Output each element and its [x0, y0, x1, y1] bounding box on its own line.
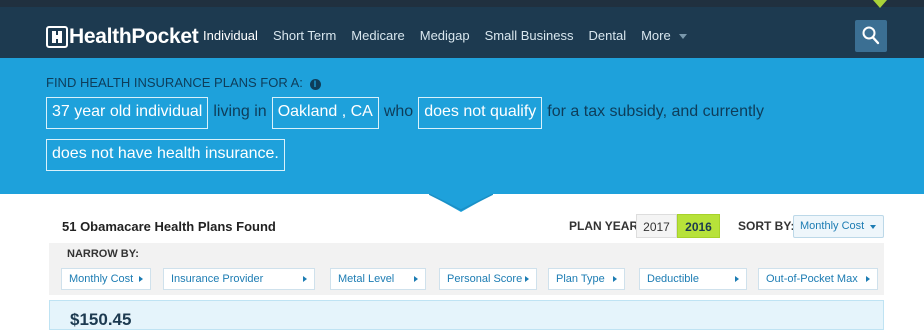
- sort-select[interactable]: Monthly Cost: [793, 215, 884, 238]
- hero-title: FIND HEALTH INSURANCE PLANS FOR A: i: [46, 75, 321, 90]
- filter-insurance-provider[interactable]: Insurance Provider: [163, 268, 315, 290]
- filter-label: Monthly Cost: [69, 273, 134, 285]
- sort-label: SORT BY:: [738, 219, 795, 233]
- subsidy-chip[interactable]: does not qualify: [418, 97, 543, 129]
- search-button[interactable]: [855, 20, 887, 52]
- filter-plan-type[interactable]: Plan Type: [548, 268, 625, 290]
- filter-deductible[interactable]: Deductible: [639, 268, 747, 290]
- insurance-status-chip[interactable]: does not have health insurance.: [46, 139, 285, 171]
- logo-text: HealthPocket: [69, 25, 199, 48]
- filter-label: Deductible: [647, 273, 699, 285]
- chevron-right-icon: [525, 276, 529, 282]
- chevron-right-icon: [303, 276, 307, 282]
- filter-personal-score[interactable]: Personal Score: [439, 268, 537, 290]
- sentence-row-2: does not have health insurance.: [46, 139, 806, 171]
- nav-item-medicare[interactable]: Medicare: [351, 28, 404, 43]
- top-strip: [0, 0, 924, 7]
- sentence-row-1: 37 year old individual living in Oakland ,…: [46, 97, 806, 129]
- filter-label: Personal Score: [447, 273, 523, 285]
- plan-year-2017-button[interactable]: 2017: [636, 214, 677, 238]
- chevron-right-icon: [866, 276, 870, 282]
- filter-metal-level[interactable]: Metal Level: [330, 268, 426, 290]
- age-chip[interactable]: 37 year old individual: [46, 97, 209, 129]
- living-in-text: living in: [213, 103, 267, 120]
- chevron-right-icon: [735, 276, 739, 282]
- search-icon: [862, 26, 880, 45]
- plan-card[interactable]: $150.45: [49, 300, 884, 330]
- nav-item-small-business[interactable]: Small Business: [485, 28, 574, 43]
- filter-label: Insurance Provider: [171, 273, 264, 285]
- search-sentence: 37 year old individual living in Oakland ,…: [46, 97, 806, 171]
- nav-item-short-term[interactable]: Short Term: [273, 28, 336, 43]
- logo[interactable]: HealthPocket: [46, 22, 199, 52]
- plan-year-2016-button[interactable]: 2016: [677, 214, 720, 238]
- plan-price: $150.45: [70, 310, 132, 329]
- filter-label: Out-of-Pocket Max: [766, 273, 858, 285]
- nav-item-more[interactable]: More: [641, 28, 687, 43]
- info-icon[interactable]: i: [309, 79, 321, 90]
- narrow-by-panel: NARROW BY: Monthly Cost Insurance Provid…: [49, 243, 884, 295]
- chevron-down-icon: [678, 34, 687, 40]
- nav-more-label: More: [641, 28, 671, 43]
- filter-label: Metal Level: [338, 273, 395, 285]
- chevron-right-icon: [414, 276, 418, 282]
- nav-item-dental[interactable]: Dental: [589, 28, 627, 43]
- main-nav: Individual Short Term Medicare Medigap S…: [203, 28, 702, 43]
- plan-finder-hero: FIND HEALTH INSURANCE PLANS FOR A: i 37 …: [0, 58, 924, 194]
- chevron-right-icon: [613, 276, 617, 282]
- who-text: who: [383, 103, 414, 120]
- logo-h-icon: [46, 26, 68, 48]
- nav-item-medigap[interactable]: Medigap: [420, 28, 470, 43]
- chevron-right-icon: [139, 276, 143, 282]
- sort-select-value: Monthly Cost: [800, 220, 865, 232]
- hero-title-text: FIND HEALTH INSURANCE PLANS FOR A:: [46, 75, 303, 90]
- notch-indicator: [873, 0, 887, 8]
- narrow-by-label: NARROW BY:: [67, 248, 139, 260]
- nav-item-individual[interactable]: Individual: [203, 28, 258, 43]
- plan-year-label: PLAN YEAR:: [569, 219, 643, 233]
- hero-pointer-outline: [429, 194, 493, 211]
- filter-label: Plan Type: [556, 273, 605, 285]
- filter-monthly-cost[interactable]: Monthly Cost: [61, 268, 151, 290]
- chevron-down-icon: [870, 225, 876, 229]
- results-count: 51 Obamacare Health Plans Found: [62, 219, 276, 234]
- filter-out-of-pocket-max[interactable]: Out-of-Pocket Max: [758, 268, 878, 290]
- location-chip[interactable]: Oakland , CA: [271, 97, 379, 129]
- subsidy-text: for a tax subsidy, and currently: [547, 103, 764, 120]
- top-navigation-bar: HealthPocket Individual Short Term Medic…: [0, 0, 924, 58]
